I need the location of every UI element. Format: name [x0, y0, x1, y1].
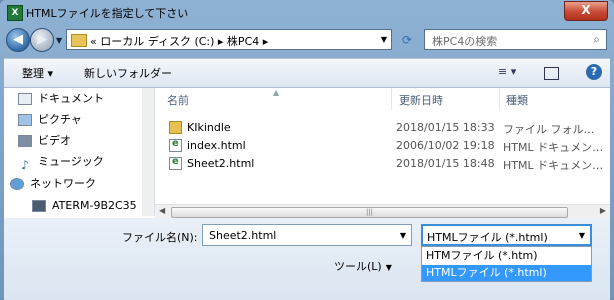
column-divider[interactable]	[499, 88, 500, 110]
file-type-option[interactable]: HTMLファイル (*.html)	[422, 265, 591, 281]
back-button[interactable]: ◀	[6, 28, 30, 52]
filename-value: Sheet2.html	[209, 229, 277, 242]
breadcrumb[interactable]: « ローカル ディスク (C:) ▸ 株PC4 ▸	[90, 33, 268, 49]
sidebar-item-network[interactable]: ネットワーク	[10, 175, 96, 193]
computer-icon	[32, 200, 46, 212]
file-dialog: X HTMLファイルを指定して下さい X ◀ ▶ ▼ « ローカル ディスク (…	[0, 0, 614, 300]
tools-label: ツール(L)	[334, 260, 382, 273]
music-icon: ♪	[21, 158, 29, 172]
sort-ascending-icon: ▲	[273, 88, 280, 97]
dialog-content: 整理 ▾ 新しいフォルダー ≡ ▾ ? ドキュメント ピクチャ ビデオ ♪ ミュー…	[4, 58, 610, 300]
command-bar: 整理 ▾ 新しいフォルダー ≡ ▾ ?	[4, 59, 610, 88]
scroll-left-icon[interactable]: ◀	[159, 206, 165, 215]
file-date: 2018/01/15 18:48	[396, 157, 495, 170]
sidebar-item-label: ドキュメント	[38, 92, 104, 105]
file-name: index.html	[187, 139, 246, 152]
excel-icon: X	[7, 5, 23, 21]
sidebar-item-videos[interactable]: ビデオ	[18, 132, 71, 150]
view-options-button[interactable]: ≡ ▾	[498, 65, 516, 78]
sidebar-item-aterm[interactable]: ATERM-9B2C35	[32, 197, 137, 215]
sidebar-item-music[interactable]: ♪ ミュージック	[18, 153, 104, 172]
close-button[interactable]: X	[564, 1, 608, 21]
sidebar-scrollbar[interactable]	[142, 88, 154, 216]
search-icon[interactable]: ⌕	[593, 32, 600, 47]
sidebar-item-documents[interactable]: ドキュメント	[18, 90, 104, 108]
file-list: ▲ 名前 更新日時 種類 KIkindle 2018/01/15 18:33 フ…	[155, 88, 610, 204]
file-type: HTML ドキュメン…	[503, 159, 604, 172]
navigation-bar: ◀ ▶ ▼ « ローカル ディスク (C:) ▸ 株PC4 ▸ ▼ ⟳ 株PC4…	[4, 25, 610, 55]
filename-field[interactable]: Sheet2.html ▼	[202, 224, 412, 246]
chevron-down-icon[interactable]: ▼	[400, 231, 406, 240]
scrollbar-thumb[interactable]: |||	[171, 207, 568, 218]
video-icon	[18, 135, 32, 147]
file-type-option[interactable]: HTMファイル (*.htm)	[422, 248, 591, 264]
folder-icon	[71, 34, 87, 47]
file-name: KIkindle	[187, 121, 231, 134]
refresh-icon[interactable]: ⟳	[398, 31, 416, 49]
sidebar-item-label: ビデオ	[38, 134, 71, 147]
sidebar-item-label: ネットワーク	[30, 177, 96, 190]
column-header-name[interactable]: 名前	[167, 92, 189, 108]
search-input[interactable]: 株PC4の検索 ⌕	[424, 29, 607, 50]
file-row[interactable]: Sheet2.html 2018/01/15 18:48 HTML ドキュメン…	[163, 155, 603, 173]
file-date: 2006/10/02 19:18	[396, 139, 495, 152]
file-row[interactable]: index.html 2006/10/02 19:18 HTML ドキュメン…	[163, 137, 603, 155]
document-icon	[18, 93, 32, 105]
organize-button[interactable]: 整理 ▾	[22, 65, 53, 81]
file-type-value: HTMLファイル (*.html)	[427, 231, 548, 244]
chevron-down-icon[interactable]: ▼	[579, 231, 585, 240]
file-type-dropdown: HTMファイル (*.htm) HTMLファイル (*.html)	[421, 246, 592, 282]
help-icon[interactable]: ?	[586, 64, 602, 80]
preview-pane-icon[interactable]	[544, 67, 559, 80]
recent-locations-dropdown-icon[interactable]: ▼	[56, 36, 62, 45]
file-date: 2018/01/15 18:33	[396, 121, 495, 134]
file-type-select[interactable]: HTMLファイル (*.html) ▼	[421, 224, 592, 246]
sidebar-item-label: ミュージック	[38, 155, 104, 168]
sidebar-item-label: ATERM-9B2C35	[52, 199, 137, 212]
column-header-date[interactable]: 更新日時	[399, 92, 443, 108]
folder-icon	[169, 121, 182, 134]
file-type: HTML ドキュメン…	[503, 141, 604, 154]
forward-button[interactable]: ▶	[30, 28, 54, 52]
window-title: HTMLファイルを指定して下さい	[26, 7, 189, 20]
network-icon	[10, 178, 24, 190]
filename-label: ファイル名(N):	[122, 231, 198, 244]
sidebar-item-label: ピクチャ	[38, 113, 82, 126]
file-name: Sheet2.html	[187, 157, 255, 170]
chevron-down-icon: ▼	[385, 263, 392, 272]
title-bar: X HTMLファイルを指定して下さい X	[0, 0, 614, 24]
file-type: ファイル フォル…	[503, 123, 595, 136]
scroll-right-icon[interactable]: ▶	[600, 206, 606, 215]
dialog-footer: ファイル名(N): Sheet2.html ▼ HTMLファイル (*.html…	[4, 218, 610, 300]
navigation-pane: ドキュメント ピクチャ ビデオ ♪ ミュージック ネットワーク ATERM-9B2…	[4, 88, 155, 216]
chevron-down-icon[interactable]: ▼	[381, 35, 387, 44]
search-placeholder: 株PC4の検索	[432, 35, 498, 48]
html-icon	[169, 156, 182, 170]
sidebar-item-pictures[interactable]: ピクチャ	[18, 111, 82, 129]
tools-button[interactable]: ツール(L) ▼	[334, 258, 392, 274]
html-icon	[169, 138, 182, 152]
file-row[interactable]: KIkindle 2018/01/15 18:33 ファイル フォル…	[163, 119, 603, 137]
new-folder-button[interactable]: 新しいフォルダー	[84, 65, 172, 81]
column-divider[interactable]	[391, 88, 392, 110]
column-header-type[interactable]: 種類	[506, 92, 528, 108]
horizontal-scrollbar[interactable]: ◀ ||| ▶	[155, 204, 610, 218]
picture-icon	[18, 114, 32, 126]
address-bar[interactable]: « ローカル ディスク (C:) ▸ 株PC4 ▸ ▼	[66, 29, 392, 50]
